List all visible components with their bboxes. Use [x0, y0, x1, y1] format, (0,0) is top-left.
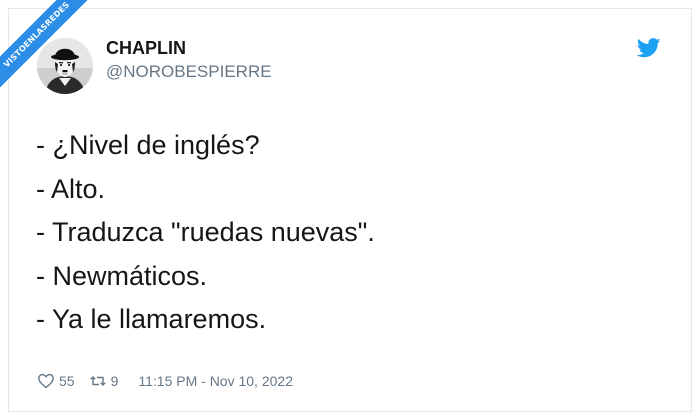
retweet-icon[interactable] — [89, 372, 107, 390]
tweet-line: - Newmáticos. — [36, 260, 208, 291]
tweet-text: - ¿Nivel de inglés? - Alto. - Traduzca "… — [36, 124, 636, 342]
tweet-footer: 55 9 11:15 PM - Nov 10, 2022 — [37, 371, 293, 391]
tweet-line: - Alto. — [36, 173, 106, 204]
tweet-line: - Traduzca "ruedas nuevas". — [36, 217, 375, 247]
twitter-bird-icon[interactable] — [636, 38, 661, 58]
tweet-timestamp[interactable]: 11:15 PM - Nov 10, 2022 — [138, 373, 293, 389]
author-handle[interactable]: @NOROBESPIERRE — [106, 62, 272, 82]
author-display-name[interactable]: CHAPLIN — [106, 38, 186, 59]
heart-icon[interactable] — [37, 372, 55, 390]
retweet-count[interactable]: 9 — [111, 373, 119, 389]
tweet-line: - Ya le llamaremos. — [36, 304, 267, 334]
like-count[interactable]: 55 — [59, 373, 75, 389]
tweet-line: - ¿Nivel de inglés? — [36, 130, 260, 160]
tweet-card: VISTOENLASREDES .com CHAPLIN @NOROBESPIE… — [0, 0, 700, 420]
avatar[interactable] — [37, 38, 93, 94]
chaplin-avatar-icon — [37, 38, 93, 94]
